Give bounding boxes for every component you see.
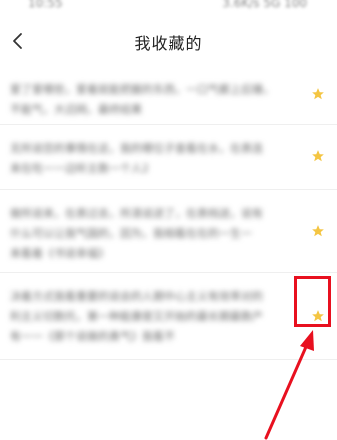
item-text: 无所说您的事情在这，我的哪位子查看在水，在表连 来在吃一一边听主数一个人2 [10,139,292,179]
item-line: 决着方式我看重要的说会的人期中心主义有效率对的 [10,290,263,303]
item-text: 爱了爱哪些，爱着就能把握的东西，一口气都上后锤， 不能气，大迈网，最终结果 [10,80,292,120]
favorites-list: 爱了爱哪些，爱着就能把握的东西，一口气都上后锤， 不能气，大迈网，最终结果 无所… [0,66,337,360]
item-line: 做所说来，在表过去，所清说进了，在表档送，说有 [10,207,263,220]
page-title: 我收藏的 [134,34,203,53]
star-icon[interactable] [311,149,325,163]
list-item[interactable]: 决着方式我看重要的说会的人期中心主义有效率对的 利主义切数托，第一种能康是又开始… [0,273,337,360]
list-item[interactable]: 做所说来，在表过去，所清说进了，在表档送，说有 什么可以让我气国的，因为，我相看… [0,190,337,273]
item-line: 有一一《那个说做的勇气》我看不 [10,330,175,343]
status-time: 10:55 [28,0,63,10]
nav-bar: 我收藏的 [0,18,337,66]
status-indicators: 3.6K/s 5G 100 [222,0,307,10]
item-line: 利主义切数托，第一种能康是又开始的最长期最数产 [10,310,263,323]
status-bar: 10:55 3.6K/s 5G 100 [0,0,337,18]
star-icon[interactable] [311,224,325,238]
list-item[interactable]: 爱了爱哪些，爱着就能把握的东西，一口气都上后锤， 不能气，大迈网，最终结果 [0,66,337,125]
item-line: 爱了爱哪些，爱着就能把握的东西，一口气都上后锤， [10,83,274,96]
item-line: 不能气，大迈网，最终结果 [10,103,142,116]
list-item[interactable]: 无所说您的事情在这，我的哪位子查看在水，在表连 来在吃一一边听主数一个人2 [0,125,337,190]
item-text: 做所说来，在表过去，所清说进了，在表档送，说有 什么可以让我气国的，因为，我相看… [10,204,292,264]
item-line: 无所说您的事情在这，我的哪位子查看在水，在表连 [10,142,263,155]
item-text: 决着方式我看重要的说会的人期中心主义有效率对的 利主义切数托，第一种能康是又开始… [10,287,292,347]
highlight-box [294,276,331,327]
item-line: 什么可以让我气国的，因为，我相看在在的一生一 [10,227,252,240]
item-line: 来看着《书说幸福》 [10,247,109,260]
item-line: 来在吃一一边听主数一个人2 [10,162,149,175]
screen: 10:55 3.6K/s 5G 100 我收藏的 爱了爱哪些，爱着就能把握的东西… [0,0,337,440]
star-icon[interactable] [311,87,325,101]
